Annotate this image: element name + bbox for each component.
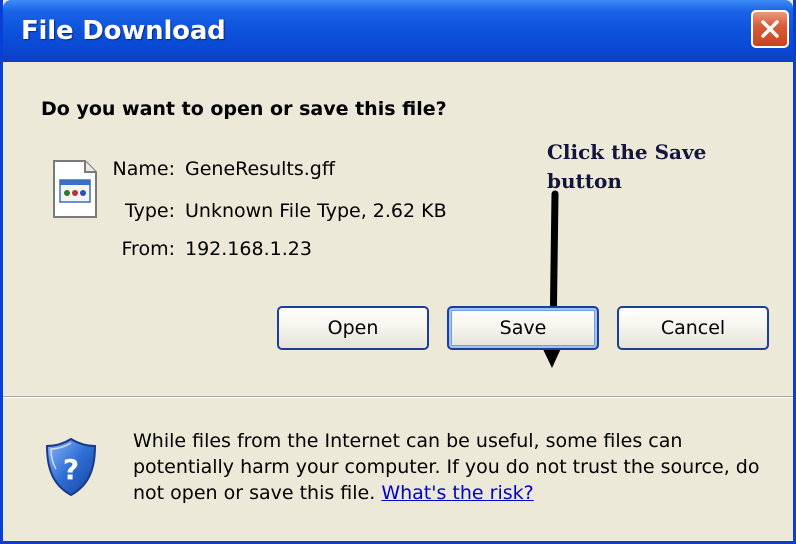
type-label: Type: <box>124 200 175 222</box>
divider-highlight <box>3 397 793 398</box>
dialog-body: Do you want to open or save this file? N… <box>3 62 793 540</box>
svg-text:?: ? <box>63 453 79 486</box>
close-icon <box>761 20 779 38</box>
whats-the-risk-link[interactable]: What's the risk? <box>381 482 533 504</box>
from-label: From: <box>121 238 175 260</box>
file-download-dialog: File Download Do you want to open or sav… <box>0 0 796 544</box>
title-bar[interactable]: File Download <box>3 0 793 62</box>
save-button[interactable]: Save <box>447 306 599 350</box>
file-source-value: 192.168.1.23 <box>185 238 312 260</box>
file-name-value: GeneResults.gff <box>185 158 335 180</box>
question-heading: Do you want to open or save this file? <box>41 98 447 120</box>
unknown-file-icon <box>53 160 97 218</box>
cancel-button[interactable]: Cancel <box>617 306 769 350</box>
security-warning: While files from the Internet can be use… <box>133 428 783 506</box>
save-instruction-annotation: Click the Save button <box>547 140 707 193</box>
close-button[interactable] <box>751 10 789 48</box>
security-shield-icon: ? <box>45 437 97 497</box>
open-button[interactable]: Open <box>277 306 429 350</box>
file-type-value: Unknown File Type, 2.62 KB <box>185 200 447 222</box>
name-label: Name: <box>112 158 175 180</box>
window-title: File Download <box>21 16 226 46</box>
